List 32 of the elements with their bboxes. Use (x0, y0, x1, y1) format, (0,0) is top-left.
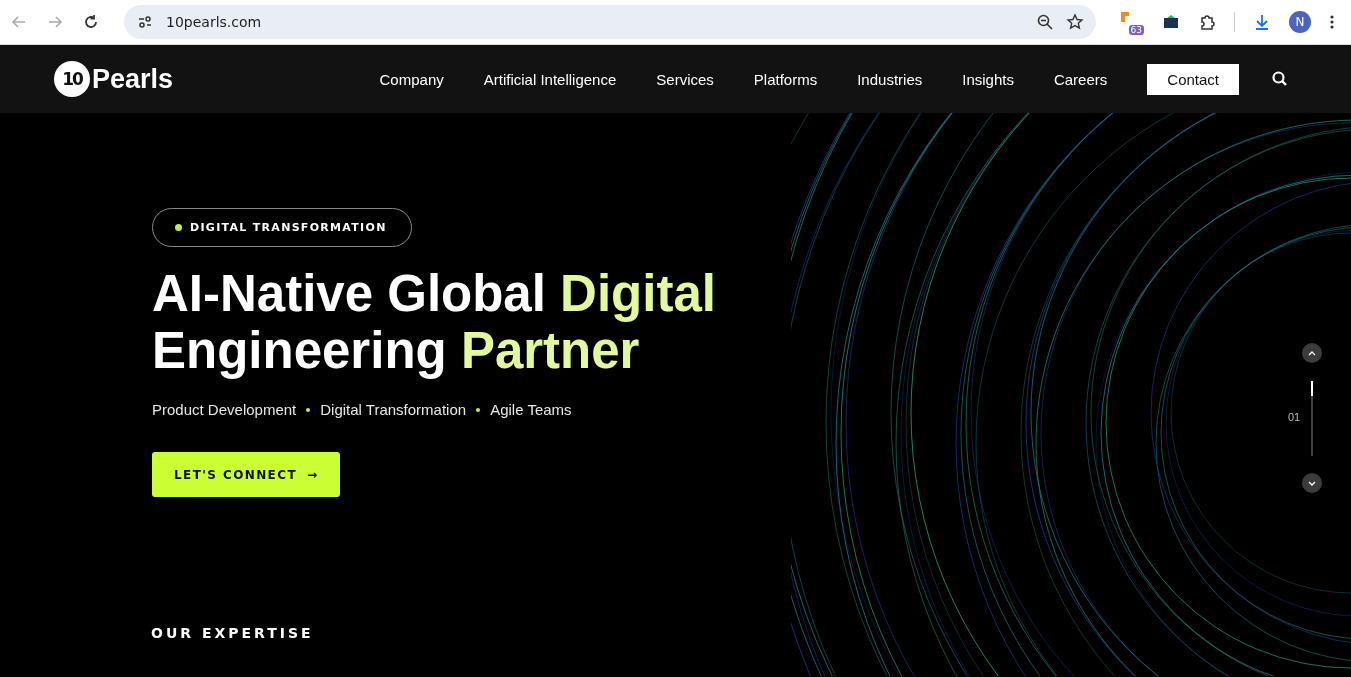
connect-button[interactable]: LET'S CONNECT → (152, 452, 341, 497)
profile-avatar[interactable]: N (1289, 11, 1311, 33)
site-settings-icon[interactable] (136, 13, 154, 31)
contact-button[interactable]: Contact (1147, 63, 1239, 95)
slide-down-button[interactable] (1302, 473, 1322, 493)
nav-link[interactable]: Artificial Intelligence (483, 70, 617, 88)
nav-link[interactable]: Services (656, 70, 714, 88)
extensions-puzzle-icon[interactable] (1198, 13, 1216, 31)
logo-text[interactable]: Pearls (92, 63, 174, 95)
nav-link[interactable]: Careers (1053, 70, 1108, 88)
slide-number: 01 (1288, 411, 1301, 423)
search-icon[interactable] (1271, 70, 1289, 88)
bookmark-star-icon[interactable] (1066, 13, 1084, 31)
hero-headline: AI-Native Global Digital Engineering Partner (152, 265, 716, 379)
reload-icon[interactable] (82, 13, 100, 31)
download-icon[interactable] (1253, 13, 1271, 31)
url-text: 10pearls.com (166, 14, 263, 30)
service-label: Agile Teams (490, 401, 572, 418)
nav-link[interactable]: Company (379, 70, 444, 88)
bullet-dot (306, 407, 311, 412)
nav-link[interactable]: Platforms (753, 70, 818, 88)
slide-up-button[interactable] (1302, 343, 1322, 363)
nav-link[interactable]: Insights (962, 70, 1014, 88)
zoom-icon[interactable] (1036, 13, 1054, 31)
nav-link[interactable]: Industries (857, 70, 923, 88)
logo-mark[interactable]: 10 (54, 61, 90, 97)
section-heading: OUR EXPERTISE (151, 625, 314, 641)
service-label: Digital Transformation (320, 401, 467, 418)
address-bar[interactable]: 10pearls.com (124, 5, 1096, 39)
bullet-dot (476, 407, 481, 412)
service-label: Product Development (152, 401, 297, 418)
menu-icon[interactable] (1329, 13, 1335, 31)
